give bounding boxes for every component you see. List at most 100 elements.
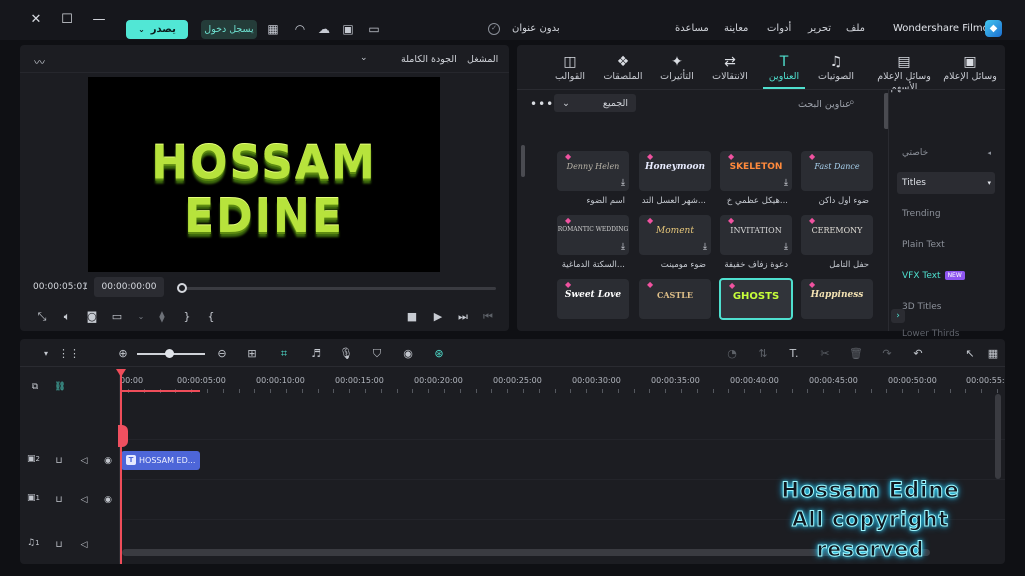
delete-icon[interactable]: 🗑︎	[848, 346, 864, 362]
menu-file[interactable]: ملف	[846, 23, 865, 34]
quality-select[interactable]: الجودة الكاملة	[401, 54, 457, 65]
menu-edit[interactable]: تحرير	[808, 23, 831, 34]
cloud-upload-icon[interactable]: ☁	[316, 21, 332, 37]
grid-tool-icon[interactable]: ▦	[985, 346, 1001, 362]
display-icon[interactable]: ▭	[109, 309, 125, 325]
lock-icon[interactable]: ⊔	[52, 493, 66, 507]
auto-reframe-icon[interactable]: ◉	[400, 346, 416, 362]
snapshot-icon[interactable]: ◙	[84, 309, 100, 325]
undo-icon[interactable]: ↶	[910, 346, 926, 362]
prev-frame-icon[interactable]: ⏮︎	[480, 309, 496, 325]
text-tool-icon[interactable]: T.	[786, 346, 802, 362]
search-icon[interactable]: ⌕	[849, 97, 855, 108]
title-card[interactable]: ◆ ROMANTIC WEDDING ⤓	[557, 215, 629, 255]
marker-icon[interactable]: ⧫	[154, 309, 170, 325]
menu-preview[interactable]: معاينة	[724, 23, 748, 34]
category-plain-text[interactable]: Plain Text	[897, 234, 995, 256]
more-options-icon[interactable]: •••	[530, 97, 554, 111]
chevron-down-icon[interactable]: ⌄	[360, 53, 368, 63]
stop-icon[interactable]: ■	[404, 309, 420, 325]
lock-icon[interactable]: ⊔	[52, 454, 66, 468]
title-card[interactable]: ◆ Fast Dance	[801, 151, 873, 191]
title-card[interactable]: ◆ Denny Helen ⤓	[557, 151, 629, 191]
title-card[interactable]: ◆ Sweet Love	[557, 279, 629, 319]
preview-viewer[interactable]: HOSSAM EDINE	[88, 77, 440, 272]
tab-templates[interactable]: ◫ القوالب	[537, 53, 603, 89]
category-mine[interactable]: خاصتي ◂	[897, 142, 995, 164]
lock-icon[interactable]: ⊔	[52, 538, 66, 552]
playback-scrubber[interactable]	[180, 287, 496, 290]
track-layout-icon[interactable]: ⋮⋮	[58, 346, 80, 362]
mark-out-icon[interactable]: }	[179, 309, 195, 325]
eye-icon[interactable]: ◉	[101, 454, 115, 468]
snap-icon[interactable]: ⌗	[276, 346, 292, 362]
add-track-icon[interactable]: ⧉	[28, 380, 42, 394]
search-input[interactable]: عناوين البحث	[798, 99, 851, 110]
volume-icon[interactable]: ◁	[77, 493, 91, 507]
title-card[interactable]: ◆ INVITATION ⤓	[720, 215, 792, 255]
volume-icon[interactable]: 🔈︎	[59, 309, 75, 325]
playhead[interactable]	[120, 369, 122, 564]
shield-icon[interactable]: ⛉	[369, 346, 385, 362]
category-titles[interactable]: Titles ▾	[897, 172, 995, 194]
title-card[interactable]: ◆ SKELETON ⤓	[720, 151, 792, 191]
audio-mix-icon[interactable]: ♬	[308, 346, 324, 362]
mark-in-icon[interactable]: {	[203, 309, 219, 325]
cut-icon[interactable]: ✂	[817, 346, 833, 362]
select-tool-icon[interactable]: ↖	[962, 346, 978, 362]
grid-icon[interactable]: ▦	[265, 21, 281, 37]
close-icon[interactable]: ✕	[28, 12, 44, 28]
redo-icon[interactable]: ↷	[879, 346, 895, 362]
adjust-icon[interactable]: ⇅	[755, 346, 771, 362]
filter-dropdown[interactable]: ⌄ الجميع	[554, 94, 636, 112]
waveform-icon[interactable]: 〰	[34, 54, 45, 70]
playhead-handle[interactable]	[118, 425, 128, 447]
collapse-sidebar-icon[interactable]: ›	[891, 309, 905, 323]
zoom-in-icon[interactable]: ⊕	[115, 346, 131, 362]
save-icon[interactable]: ▣	[340, 21, 356, 37]
title-card[interactable]: ◆ Happiness	[801, 279, 873, 319]
next-frame-icon[interactable]: ⏭︎	[455, 309, 471, 325]
fit-timeline-icon[interactable]: ⊞	[244, 346, 260, 362]
total-timecode[interactable]: 00:00:00:00	[94, 277, 164, 297]
login-button[interactable]: يسجل دخول	[201, 20, 257, 39]
volume-icon[interactable]: ◁	[77, 454, 91, 468]
tab-media[interactable]: ▣ وسائل الإعلام	[937, 53, 1003, 89]
category-vfx-text[interactable]: VFX Text NEW	[897, 265, 995, 287]
microphone-icon[interactable]: 🎙︎	[338, 346, 354, 362]
scrubber-handle[interactable]	[177, 283, 187, 293]
category-trending[interactable]: Trending	[897, 203, 995, 225]
zoom-slider-handle[interactable]	[165, 349, 174, 358]
category-3d-titles[interactable]: 3D Titles	[897, 296, 995, 318]
volume-icon[interactable]: ◁	[77, 538, 91, 552]
export-button[interactable]: ⌄ يصدر	[126, 20, 188, 39]
title-card-selected[interactable]: ◆ GHOSTS	[719, 278, 793, 320]
download-icon[interactable]: ⤓	[703, 242, 707, 252]
tab-stock-media[interactable]: ▤ وسائل الإعلام الأسهم	[871, 53, 937, 93]
menu-tools[interactable]: أدوات	[767, 23, 791, 34]
fullscreen-icon[interactable]: ⤡	[34, 309, 50, 325]
title-card[interactable]: ◆ Moment ⤓	[639, 215, 711, 255]
chevron-down-icon[interactable]: ⌄	[133, 309, 149, 325]
timeline-vertical-scrollbar[interactable]	[995, 394, 1001, 479]
eye-icon[interactable]: ◉	[101, 493, 115, 507]
link-icon[interactable]: ⛓︎	[53, 380, 67, 394]
ai-icon[interactable]: ⊛	[431, 346, 447, 362]
zoom-out-icon[interactable]: ⊖	[214, 346, 230, 362]
layout-icon[interactable]: ▭	[366, 21, 382, 37]
download-icon[interactable]: ⤓	[621, 178, 625, 188]
download-icon[interactable]: ⤓	[784, 242, 788, 252]
download-icon[interactable]: ⤓	[784, 178, 788, 188]
title-card[interactable]: ◆ Honeymoon	[639, 151, 711, 191]
menu-help[interactable]: مساعدة	[675, 23, 709, 34]
title-card[interactable]: ◆ CASTLE	[639, 279, 711, 319]
headset-icon[interactable]: ◠	[292, 21, 308, 37]
play-icon[interactable]: ▶	[430, 309, 446, 325]
library-scrollbar[interactable]	[521, 145, 525, 177]
minimize-icon[interactable]: —	[91, 12, 107, 28]
maximize-icon[interactable]: ☐	[59, 12, 75, 28]
download-icon[interactable]: ⤓	[621, 242, 625, 252]
timeline-ruler[interactable]: 00:00 00:00:05:00 00:00:10:00 00:00:15:0…	[120, 369, 1005, 393]
speed-icon[interactable]: ◔	[724, 346, 740, 362]
title-card[interactable]: ◆ CEREMONY	[801, 215, 873, 255]
